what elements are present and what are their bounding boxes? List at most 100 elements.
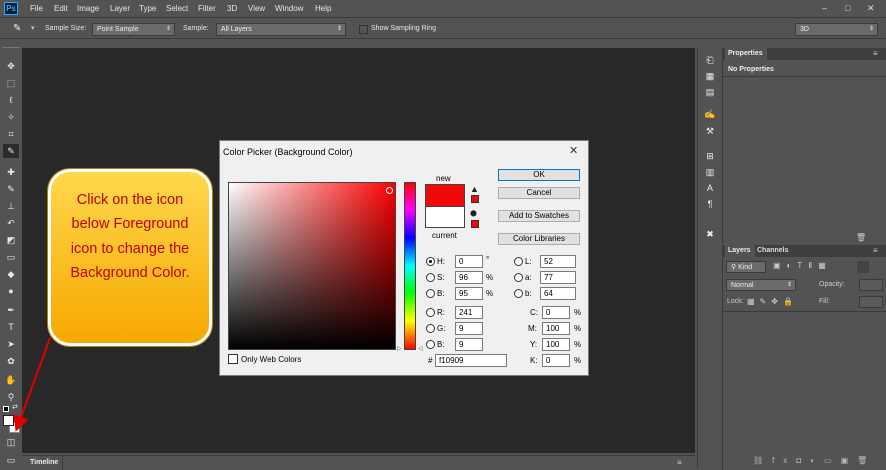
swap-colors-icon[interactable]: ⇄ (12, 403, 18, 411)
tab-timeline[interactable]: Timeline (26, 456, 64, 470)
tool-presets-icon[interactable]: ✖ (701, 228, 719, 240)
history-icon[interactable]: ⎗ (701, 54, 719, 66)
default-colors-icon[interactable] (3, 406, 9, 412)
eyedropper-tool-icon[interactable]: ✎ (13, 23, 21, 34)
tab-properties[interactable]: Properties (725, 48, 767, 60)
adjustments-icon[interactable]: ⚒ (701, 125, 719, 137)
eraser-tool-icon[interactable]: ◩ (3, 233, 19, 247)
hand-tool-icon[interactable]: ✋ (3, 373, 19, 387)
panel-menu-icon[interactable]: ≡ (873, 49, 878, 58)
dodge-tool-icon[interactable]: ● (3, 284, 19, 298)
b-radio[interactable] (426, 289, 435, 298)
sample-select[interactable]: All Layers ⇕ (216, 23, 346, 36)
menu-edit[interactable]: Edit (54, 4, 68, 13)
r-field[interactable]: 241 (455, 306, 483, 319)
only-web-colors-checkbox[interactable] (228, 354, 238, 364)
filter-toggle-icon[interactable] (857, 261, 869, 273)
magic-wand-tool-icon[interactable]: ✧ (3, 110, 19, 124)
l-radio[interactable] (514, 257, 523, 266)
eyedropper-tool-icon[interactable]: ✎ (3, 144, 19, 158)
toolbar-grip[interactable] (2, 47, 20, 51)
lasso-tool-icon[interactable]: ℓ (3, 93, 19, 107)
brush-preset-icon[interactable]: ✍ (701, 108, 719, 120)
brush-tool-icon[interactable]: ✎ (3, 182, 19, 196)
swatches-icon[interactable]: ▦ (701, 70, 719, 82)
paragraph-icon[interactable]: ¶ (701, 198, 719, 210)
menu-file[interactable]: File (30, 4, 43, 13)
minimize-icon[interactable]: – (822, 3, 827, 13)
tool-preset-dropdown-icon[interactable]: ▾ (31, 24, 35, 32)
custom-shape-tool-icon[interactable]: ✿ (3, 354, 19, 368)
foreground-color-swatch[interactable] (3, 415, 14, 426)
gradient-tool-icon[interactable]: ▭ (3, 250, 19, 264)
add-to-swatches-button[interactable]: Add to Swatches (498, 210, 580, 222)
healing-brush-tool-icon[interactable]: ✚ (3, 165, 19, 179)
move-tool-icon[interactable]: ✥ (3, 59, 19, 73)
menu-layer[interactable]: Layer (110, 4, 130, 13)
menu-image[interactable]: Image (77, 4, 99, 13)
blend-mode-select[interactable]: Normal ⇕ (726, 279, 796, 291)
opacity-field[interactable] (859, 279, 883, 291)
menu-3d[interactable]: 3D (227, 4, 237, 13)
workspace-select[interactable]: 3D ⇕ (795, 23, 878, 36)
lock-icons[interactable]: ▦✎✥🔒 (747, 297, 798, 306)
color-libraries-button[interactable]: Color Libraries (498, 233, 580, 245)
path-selection-tool-icon[interactable]: ➤ (3, 337, 19, 351)
current-color-swatch[interactable] (425, 206, 465, 228)
s-field[interactable]: 96 (455, 271, 483, 284)
close-icon[interactable]: ✕ (569, 144, 578, 157)
menu-window[interactable]: Window (275, 4, 303, 13)
c-field[interactable]: 0 (542, 306, 570, 319)
y-field[interactable]: 100 (542, 338, 570, 351)
blur-tool-icon[interactable]: ◆ (3, 267, 19, 281)
sample-size-select[interactable]: Point Sample ⇕ (92, 23, 175, 36)
hue-slider-left-arrow-icon[interactable]: ▷ (397, 345, 402, 352)
menu-filter[interactable]: Filter (198, 4, 216, 13)
a-radio[interactable] (514, 273, 523, 282)
trash-icon[interactable]: 🗑 (856, 233, 866, 242)
pen-tool-icon[interactable]: ✒ (3, 303, 19, 317)
filter-kind-select[interactable]: ⚲ Kind (726, 261, 766, 273)
cancel-button[interactable]: Cancel (498, 187, 580, 199)
tab-channels[interactable]: Channels (757, 245, 789, 257)
blue-field[interactable]: 9 (455, 338, 483, 351)
crop-tool-icon[interactable]: ⌗ (3, 127, 19, 141)
r-radio[interactable] (426, 308, 435, 317)
gamut-color-swatch[interactable] (471, 195, 479, 203)
b-field[interactable]: 95 (455, 287, 483, 300)
menu-view[interactable]: View (248, 4, 265, 13)
m-field[interactable]: 100 (542, 322, 570, 335)
a-field[interactable]: 77 (540, 271, 576, 284)
maximize-icon[interactable]: □ (845, 3, 850, 13)
menu-type[interactable]: Type (139, 4, 156, 13)
lab-b-field[interactable]: 64 (540, 287, 576, 300)
g-radio[interactable] (426, 324, 435, 333)
lab-b-radio[interactable] (514, 289, 523, 298)
s-radio[interactable] (426, 273, 435, 282)
menu-select[interactable]: Select (166, 4, 188, 13)
screen-mode-icon[interactable]: ▭ (3, 453, 19, 467)
h-radio[interactable] (426, 257, 435, 266)
styles-icon[interactable]: ▥ (701, 166, 719, 178)
color-field-cursor[interactable] (386, 187, 393, 194)
layer-filter-icons[interactable]: ▣◐TⅡ▦ (773, 261, 832, 270)
history-brush-tool-icon[interactable]: ↶ (3, 216, 19, 230)
type-tool-icon[interactable]: T (3, 320, 19, 334)
saturation-brightness-field[interactable] (228, 182, 396, 350)
k-field[interactable]: 0 (542, 354, 570, 367)
layer-actions-icons[interactable]: ⛓fx◘◐▭▣🗑 (753, 456, 876, 465)
fill-field[interactable] (859, 296, 883, 308)
menu-help[interactable]: Help (315, 4, 331, 13)
marquee-tool-icon[interactable]: ⬚ (3, 76, 19, 90)
tab-layers[interactable]: Layers (725, 245, 755, 257)
hue-slider[interactable] (404, 182, 416, 350)
sampling-ring-checkbox[interactable] (359, 25, 368, 34)
l-field[interactable]: 52 (540, 255, 576, 268)
close-icon[interactable]: ✕ (867, 3, 875, 14)
web-safe-color-swatch[interactable] (471, 220, 479, 228)
clone-stamp-tool-icon[interactable]: ⊥ (3, 199, 19, 213)
panel-menu-icon[interactable]: ≡ (677, 458, 682, 467)
ok-button[interactable]: OK (498, 169, 580, 181)
blue-radio[interactable] (426, 340, 435, 349)
quick-mask-icon[interactable]: ◫ (3, 435, 19, 449)
